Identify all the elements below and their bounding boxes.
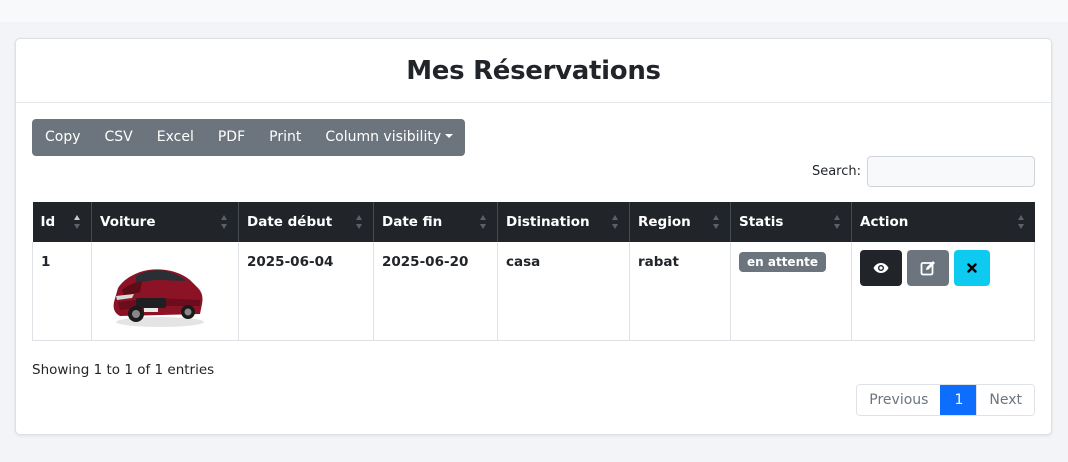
search-box: Search: [812,156,1035,187]
caret-down-icon [445,134,454,138]
delete-button[interactable] [954,250,990,286]
view-button[interactable] [860,250,902,286]
column-header-region[interactable]: Region [629,202,731,242]
page-1-button[interactable]: 1 [940,385,977,415]
column-visibility-button[interactable]: Column visibility [313,119,465,156]
sort-icon [74,215,82,229]
column-header-distination[interactable]: Distination [497,202,630,242]
status-badge: en attente [739,252,826,272]
column-header-label: Action [860,214,909,230]
search-input[interactable] [867,156,1035,187]
table-info: Showing 1 to 1 of 1 entries [32,362,215,378]
action-buttons [860,250,1026,286]
cell-date-fin: 2025-06-20 [373,242,498,341]
column-header-date-debut[interactable]: Date début [238,202,374,242]
cell-date-debut: 2025-06-04 [238,242,374,341]
card-header: Mes Réservations [16,39,1051,103]
cell-voiture [91,242,239,341]
column-header-label: Distination [506,214,590,230]
sort-icon [713,215,721,229]
sort-icon [834,215,842,229]
sort-icon [480,215,488,229]
sort-icon [221,215,229,229]
next-page-button[interactable]: Next [976,385,1034,415]
search-label: Search: [811,164,861,179]
csv-button[interactable]: CSV [93,119,145,156]
table-row: 1 2025-06-04 2025-06-20 casa rabat en at… [32,242,1035,341]
column-header-label: Statis [739,214,784,230]
pagination: Previous 1 Next [856,384,1035,416]
copy-button[interactable]: Copy [32,119,93,156]
sort-icon [356,215,364,229]
car-image [113,269,204,327]
column-header-statis[interactable]: Statis [730,202,852,242]
column-header-action[interactable]: Action [851,202,1035,242]
close-icon [967,263,977,273]
column-header-label: Region [638,214,691,230]
previous-page-button[interactable]: Previous [857,385,941,415]
cell-id: 1 [32,242,92,341]
excel-button[interactable]: Excel [145,119,206,156]
table-header-row: Id Voiture Date début Date fin Distinati… [32,202,1035,242]
print-button[interactable]: Print [257,119,313,156]
sort-icon [1017,215,1026,229]
column-visibility-label: Column visibility [325,129,442,145]
eye-icon [873,263,889,273]
reservations-card: Mes Réservations Copy CSV Excel PDF Prin… [15,38,1052,435]
column-header-label: Date début [247,214,333,230]
column-header-id[interactable]: Id [32,202,92,242]
cell-distination: casa [497,242,630,341]
page-title: Mes Réservations [406,55,661,86]
cell-action [851,242,1035,341]
edit-button[interactable] [907,250,949,286]
column-header-label: Id [40,214,56,230]
edit-icon [920,261,935,276]
reservations-table: Id Voiture Date début Date fin Distinati… [32,202,1035,341]
cell-statis: en attente [730,242,852,341]
column-header-label: Date fin [382,214,443,230]
export-button-group: Copy CSV Excel PDF Print Column visibili… [32,119,466,156]
column-header-label: Voiture [100,214,156,230]
top-bar [0,0,1068,22]
pdf-button[interactable]: PDF [206,119,257,156]
sort-icon [612,215,620,229]
cell-region: rabat [629,242,731,341]
column-header-voiture[interactable]: Voiture [91,202,239,242]
column-header-date-fin[interactable]: Date fin [373,202,498,242]
